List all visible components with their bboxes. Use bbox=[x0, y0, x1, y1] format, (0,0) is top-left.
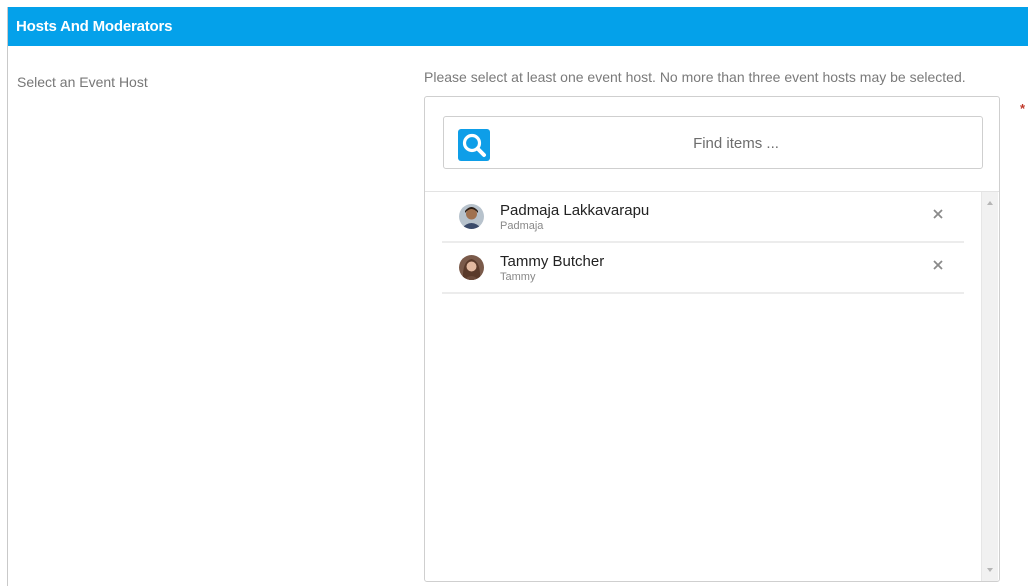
search-box[interactable] bbox=[443, 116, 983, 170]
required-marker: * bbox=[1020, 101, 1026, 116]
selected-hosts-list: Padmaja Lakkavarapu Padmaja Tammy Butche… bbox=[442, 192, 964, 580]
field-label: Select an Event Host bbox=[17, 74, 148, 90]
scroll-up-icon[interactable] bbox=[982, 196, 998, 210]
avatar bbox=[459, 204, 484, 229]
host-username: Tammy bbox=[500, 271, 536, 283]
close-icon[interactable] bbox=[930, 206, 946, 222]
section-header: Hosts And Moderators bbox=[8, 7, 1028, 46]
scroll-down-icon[interactable] bbox=[982, 563, 998, 577]
search-icon[interactable] bbox=[458, 129, 490, 161]
avatar bbox=[459, 255, 484, 280]
search-input[interactable] bbox=[504, 117, 968, 170]
host-picker: Padmaja Lakkavarapu Padmaja bbox=[424, 96, 1000, 582]
scrollbar[interactable] bbox=[981, 192, 998, 581]
host-name: Padmaja Lakkavarapu bbox=[500, 202, 650, 219]
host-username: Padmaja bbox=[500, 220, 544, 232]
list-item: Padmaja Lakkavarapu Padmaja bbox=[442, 192, 964, 243]
close-icon[interactable] bbox=[930, 257, 946, 273]
list-item: Tammy Butcher Tammy bbox=[442, 243, 964, 294]
help-text: Please select at least one event host. N… bbox=[424, 69, 966, 85]
hosts-moderators-panel: Hosts And Moderators Select an Event Hos… bbox=[7, 7, 1028, 586]
host-name: Tammy Butcher bbox=[500, 253, 605, 270]
